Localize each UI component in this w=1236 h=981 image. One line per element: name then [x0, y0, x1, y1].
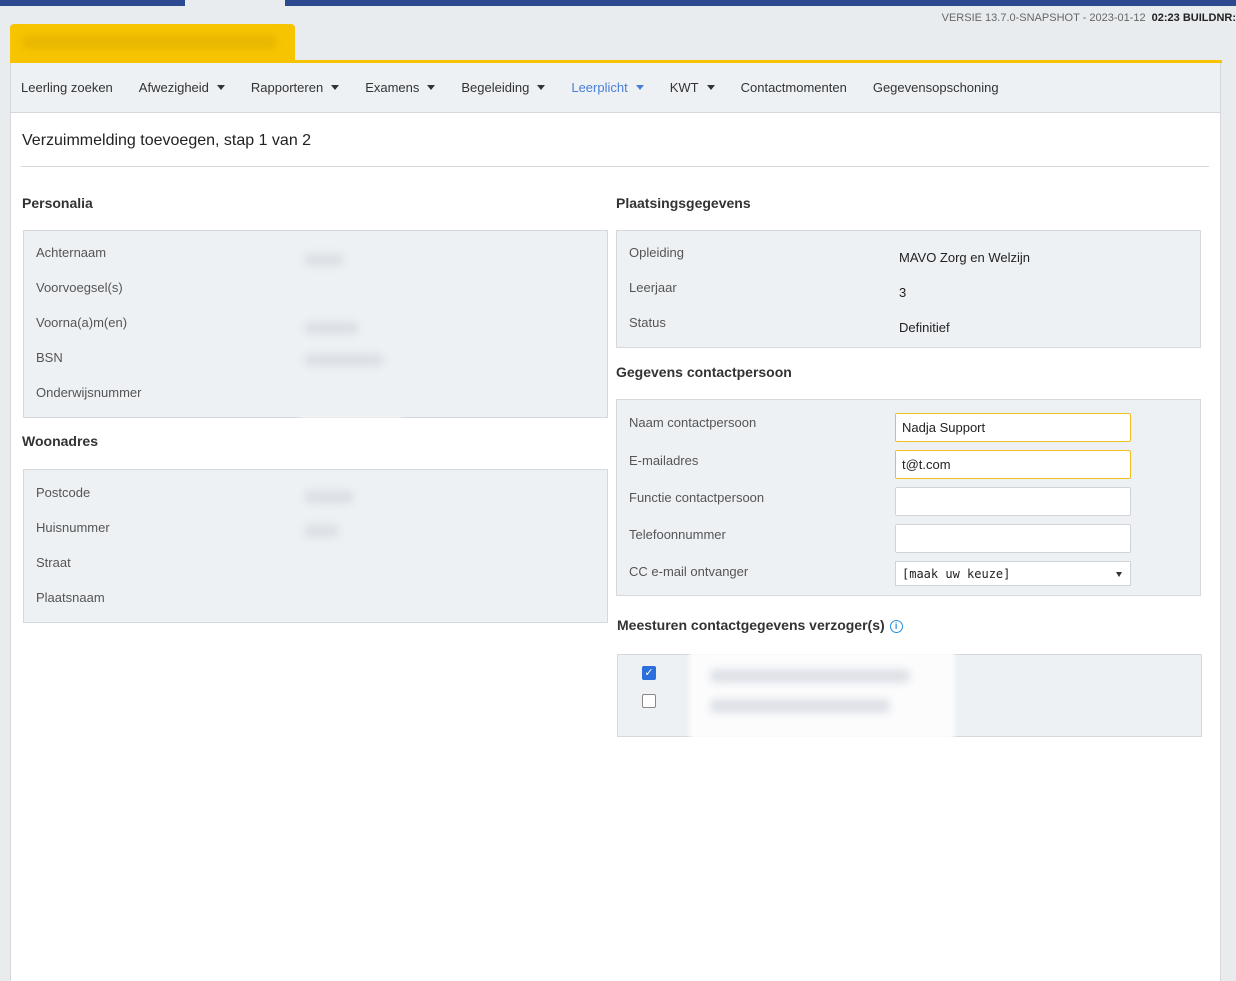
- label-straat: Straat: [36, 555, 71, 570]
- email-input[interactable]: [895, 450, 1131, 479]
- value-leerjaar: 3: [899, 285, 907, 300]
- verzogers-box: ✓: [617, 649, 1202, 741]
- label-onderwijsnummer: Onderwijsnummer: [36, 385, 142, 400]
- nav-item-begeleiding[interactable]: Begeleiding: [461, 80, 546, 95]
- label-postcode: Postcode: [36, 485, 91, 500]
- telefoon-input[interactable]: [895, 524, 1131, 553]
- label-huisnummer: Huisnummer: [36, 520, 110, 535]
- divider: [21, 166, 1209, 167]
- info-icon[interactable]: i: [889, 619, 903, 633]
- caret-down-icon: [706, 85, 715, 90]
- cc-email-selected: [maak uw keuze]: [902, 567, 1011, 581]
- main-panel: Leerling zoeken Afwezigheid Rapporteren …: [10, 63, 1221, 981]
- label-functie: Functie contactpersoon: [629, 490, 765, 505]
- redaction-overlay: [690, 649, 954, 741]
- value-status: Definitief: [899, 320, 950, 335]
- label-status: Status: [629, 315, 666, 330]
- contact-box: Naam contactpersoon E-mailadres Functie …: [616, 399, 1201, 596]
- redacted-verzoger-2: [710, 699, 890, 713]
- caret-down-icon: [635, 85, 644, 90]
- nav-item-rapporteren[interactable]: Rapporteren: [251, 80, 340, 95]
- redacted-value: [304, 353, 384, 367]
- redacted-verzoger-1: [710, 669, 910, 683]
- top-brand-strip: [0, 0, 1236, 6]
- nav-item-kwt[interactable]: KWT: [670, 80, 715, 95]
- nav-item-leerling-zoeken[interactable]: Leerling zoeken: [21, 80, 113, 95]
- school-tab[interactable]: [10, 24, 295, 61]
- nav-item-gegevensopschoning[interactable]: Gegevensopschoning: [873, 80, 999, 95]
- plaatsing-box: Opleiding MAVO Zorg en Welzijn Leerjaar …: [616, 230, 1201, 348]
- naam-contactpersoon-input[interactable]: [895, 413, 1131, 442]
- version-info: VERSIE 13.7.0-SNAPSHOT - 2023-01-12 02:23…: [942, 12, 1236, 24]
- label-bsn: BSN: [36, 350, 63, 365]
- redacted-value: [304, 490, 354, 504]
- caret-down-icon: [537, 85, 546, 90]
- label-naam-contactpersoon: Naam contactpersoon: [629, 415, 757, 430]
- caret-down-icon: [427, 85, 436, 90]
- value-opleiding: MAVO Zorg en Welzijn: [899, 250, 1031, 265]
- redacted-value: [304, 253, 344, 267]
- personalia-box: Achternaam Voorvoegsel(s) Voorna(a)m(en)…: [23, 230, 608, 418]
- page-scrollbar[interactable]: [1222, 63, 1236, 981]
- plaatsing-title: Plaatsingsgegevens: [616, 195, 751, 211]
- cc-email-select[interactable]: [maak uw keuze]: [895, 561, 1131, 586]
- label-cc-email: CC e-mail ontvanger: [629, 564, 749, 579]
- functie-input[interactable]: [895, 487, 1131, 516]
- woonadres-title: Woonadres: [22, 433, 98, 449]
- caret-down-icon: [216, 85, 225, 90]
- verzoger-checkbox-2[interactable]: [642, 694, 656, 708]
- label-plaatsnaam: Plaatsnaam: [36, 590, 105, 605]
- version-text: VERSIE 13.7.0-SNAPSHOT - 2023-01-12: [941, 12, 1146, 24]
- label-telefoon: Telefoonnummer: [629, 527, 726, 542]
- label-voorvoegsels: Voorvoegsel(s): [36, 280, 123, 295]
- nav-item-examens[interactable]: Examens: [365, 80, 436, 95]
- nav-item-contactmomenten[interactable]: Contactmomenten: [741, 80, 847, 95]
- woonadres-box: Postcode Huisnummer Straat Plaatsnaam: [23, 469, 608, 623]
- label-achternaam: Achternaam: [36, 245, 107, 260]
- contact-title: Gegevens contactpersoon: [616, 364, 792, 380]
- label-voornamen: Voorna(a)m(en): [36, 315, 128, 330]
- label-leerjaar: Leerjaar: [629, 280, 677, 295]
- label-opleiding: Opleiding: [629, 245, 684, 260]
- page-title: Verzuimmelding toevoegen, stap 1 van 2: [22, 132, 312, 149]
- redaction-overlay: [299, 418, 401, 476]
- personalia-title: Personalia: [22, 195, 93, 211]
- verzogers-title: Meesturen contactgegevens verzoger(s) i: [617, 617, 903, 633]
- chevron-down-icon: [1116, 572, 1122, 577]
- build-text: 02:23 BUILDNR:: [1151, 12, 1236, 24]
- main-nav: Leerling zoeken Afwezigheid Rapporteren …: [11, 63, 1220, 113]
- verzoger-checkbox-1[interactable]: ✓: [642, 666, 656, 680]
- nav-item-leerplicht[interactable]: Leerplicht: [571, 80, 644, 95]
- nav-item-afwezigheid[interactable]: Afwezigheid: [139, 80, 225, 95]
- school-name-redacted: [22, 35, 277, 49]
- redacted-value: [304, 321, 359, 335]
- caret-down-icon: [331, 85, 340, 90]
- label-emailadres: E-mailadres: [629, 453, 699, 468]
- redacted-value: [304, 524, 339, 538]
